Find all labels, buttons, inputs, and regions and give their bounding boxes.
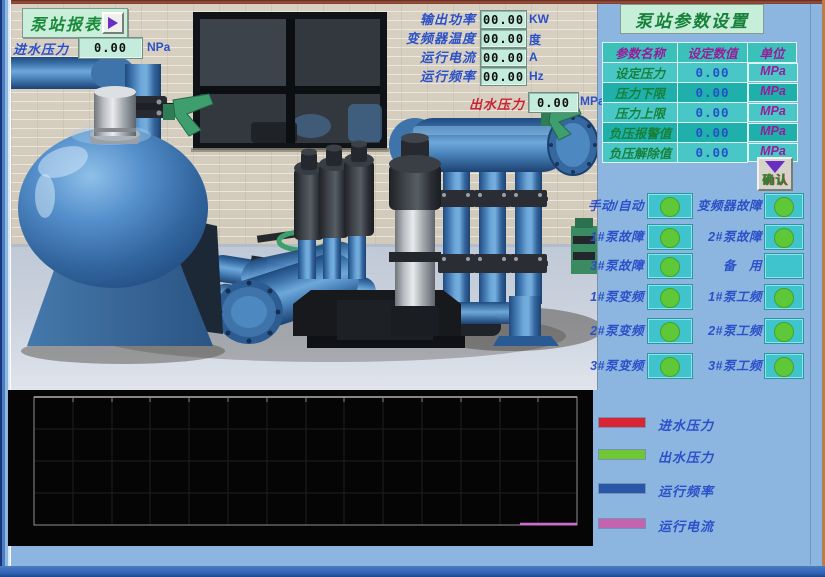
- indicator-label-spare: 备 用: [692, 258, 762, 274]
- trend-chart-plot: [8, 390, 593, 546]
- lamp-dot: [660, 257, 680, 277]
- legend-swatch-run-current: [599, 519, 645, 528]
- panel-divider: [810, 4, 811, 565]
- report-nav-box[interactable]: [102, 12, 124, 34]
- indicator-label-manual-auto: 手动/自动: [584, 198, 644, 214]
- indicator-label-pump1-vfd: 1#泵变频: [584, 289, 644, 305]
- indicator-label-pump1-mains: 1#泵工频: [692, 289, 762, 305]
- lamp-pump3-vfd: [648, 354, 692, 378]
- trend-chart: [8, 390, 593, 546]
- indicator-label-vfd-fault: 变频器故障: [692, 198, 762, 214]
- legend-swatch-inlet-pressure: [599, 418, 645, 427]
- run-current-label: 运行电流: [388, 49, 476, 66]
- header-unit: 单位: [748, 43, 797, 63]
- header-set-value: 设定数值: [678, 43, 748, 63]
- set-pressure-input[interactable]: 0.00: [678, 63, 748, 83]
- confirm-button-label: 确认: [762, 171, 788, 188]
- pump-motors: [294, 141, 374, 241]
- pressure-high-input[interactable]: 0.00: [678, 103, 748, 123]
- outlet-pressure-label: 出水压力: [445, 94, 525, 113]
- settings-table: 参数名称 设定数值 单位 设定压力 0.00 MPa 压力下限 0.00 MPa…: [602, 42, 797, 163]
- header-param-name: 参数名称: [603, 43, 678, 63]
- lamp-pump3-fault: [648, 254, 692, 278]
- table-row: 设定压力 0.00 MPa: [603, 63, 797, 83]
- lamp-dot: [660, 197, 680, 217]
- indicator-label-pump2-vfd: 2#泵变频: [584, 323, 644, 339]
- inverter-temp-unit: 度: [529, 31, 541, 48]
- main-vertical-pump: [389, 133, 441, 336]
- lamp-pump2-mains: [765, 319, 803, 343]
- lamp-dot: [774, 357, 794, 377]
- lamp-manual-auto: [648, 194, 692, 218]
- run-frequency-label: 运行频率: [388, 68, 476, 85]
- pump-station-hmi-screen: 泵站报表 进水压力 0.00 NPa 输出功率 00.00 KW 变频器温度 0…: [0, 0, 825, 577]
- lamp-vfd-fault: [765, 194, 803, 218]
- indicator-label-pump3-vfd: 3#泵变频: [584, 358, 644, 374]
- indicator-label-pump2-mains: 2#泵工频: [692, 323, 762, 339]
- neg-pressure-alarm-input[interactable]: 0.00: [678, 123, 748, 143]
- table-row: 压力下限 0.00 MPa: [603, 83, 797, 103]
- inverter-temp-label: 变频器温度: [388, 30, 476, 47]
- output-power-value: 00.00: [480, 10, 527, 29]
- table-row: 压力上限 0.00 MPa: [603, 103, 797, 123]
- legend-label-run-frequency: 运行频率: [658, 481, 714, 500]
- lamp-dot: [774, 322, 794, 342]
- confirm-button[interactable]: 确认: [757, 157, 793, 191]
- lamp-dot: [774, 288, 794, 308]
- lamp-pump2-vfd: [648, 319, 692, 343]
- run-frequency-value: 00.00: [480, 67, 527, 86]
- lamp-dot: [774, 197, 794, 217]
- inlet-pressure-unit: NPa: [147, 40, 170, 54]
- lamp-pump3-mains: [765, 354, 803, 378]
- lamp-pump1-mains: [765, 285, 803, 309]
- inlet-pressure-value: 0.00: [78, 37, 143, 59]
- legend-label-inlet-pressure: 进水压力: [658, 415, 714, 434]
- lamp-dot: [774, 228, 794, 248]
- lamp-pump1-vfd: [648, 285, 692, 309]
- indicator-label-pump2-fault: 2#泵故障: [692, 229, 762, 245]
- table-row: 负压报警值 0.00 MPa: [603, 123, 797, 143]
- indicator-label-pump3-mains: 3#泵工频: [692, 358, 762, 374]
- lamp-dot: [660, 322, 680, 342]
- lamp-dot: [660, 228, 680, 248]
- inverter-temp-value: 00.00: [480, 29, 527, 48]
- report-button-label: 泵站报表: [30, 11, 102, 35]
- indicator-label-pump1-fault: 1#泵故障: [584, 229, 644, 245]
- legend-label-run-current: 运行电流: [658, 516, 714, 535]
- settings-panel-title: 泵站参数设置: [620, 4, 764, 34]
- lamp-dot: [660, 357, 680, 377]
- run-current-unit: A: [529, 50, 538, 64]
- report-button[interactable]: 泵站报表: [22, 8, 128, 38]
- output-power-unit: KW: [529, 12, 549, 26]
- lamp-dot: [660, 288, 680, 308]
- bottom-frame-bar: [0, 566, 825, 577]
- pressure-low-input[interactable]: 0.00: [678, 83, 748, 103]
- run-frequency-unit: Hz: [529, 69, 544, 83]
- run-current-value: 00.00: [480, 48, 527, 67]
- legend-label-outlet-pressure: 出水压力: [658, 447, 714, 466]
- legend-swatch-outlet-pressure: [599, 450, 645, 459]
- output-power-label: 输出功率: [388, 11, 476, 28]
- neg-pressure-release-input[interactable]: 0.00: [678, 143, 748, 163]
- indicator-label-pump3-fault: 3#泵故障: [584, 258, 644, 274]
- legend-swatch-run-frequency: [599, 484, 645, 493]
- play-triangle-icon: [108, 17, 118, 29]
- outlet-pressure-unit: MPa: [580, 94, 605, 108]
- lamp-spare: [765, 254, 803, 278]
- outlet-pressure-value: 0.00: [528, 92, 579, 113]
- lamp-pump2-fault: [765, 225, 803, 249]
- wall-window: [191, 12, 389, 152]
- lamp-pump1-fault: [648, 225, 692, 249]
- settings-table-header: 参数名称 设定数值 单位: [603, 43, 797, 63]
- inlet-pressure-label: 进水压力: [13, 39, 69, 58]
